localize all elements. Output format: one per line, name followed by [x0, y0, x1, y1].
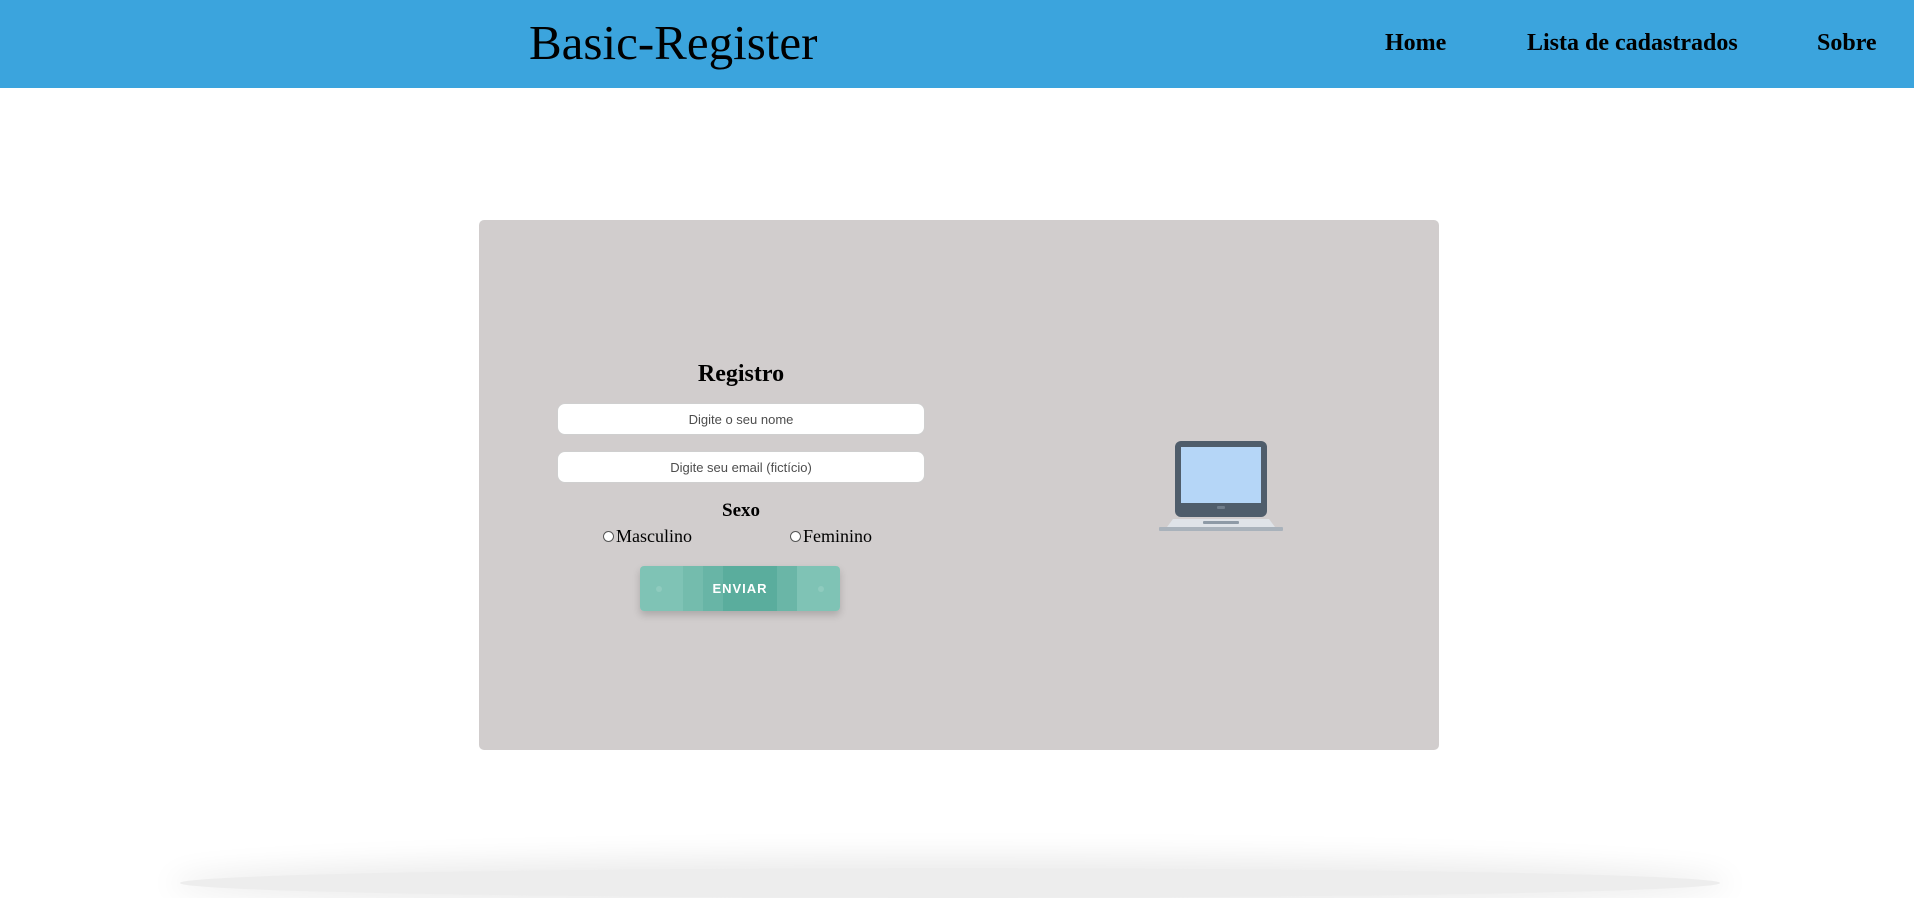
submit-button-label: ENVIAR: [712, 581, 768, 596]
laptop-icon: [1159, 441, 1283, 531]
name-input[interactable]: [557, 403, 925, 435]
footer-shadow: [180, 868, 1720, 898]
radio-option-male[interactable]: Masculino: [603, 525, 692, 547]
radio-option-female[interactable]: Feminino: [790, 525, 872, 547]
submit-button[interactable]: ENVIAR: [640, 566, 840, 611]
radio-female-label: Feminino: [803, 526, 873, 546]
form-title: Registro: [697, 361, 785, 387]
nav-link-home[interactable]: Home: [1385, 27, 1446, 59]
radio-male-label: Masculino: [616, 526, 692, 546]
top-navbar: Basic-Register Home Lista de cadastrados…: [0, 0, 1914, 88]
register-card: Registro Sexo Masculino Feminino ENVIAR: [479, 220, 1439, 750]
radio-male[interactable]: [603, 530, 614, 542]
radio-female[interactable]: [790, 530, 801, 542]
email-input[interactable]: [557, 451, 925, 483]
register-form: Registro Sexo Masculino Feminino ENVIAR: [557, 220, 925, 750]
nav-link-registered-list[interactable]: Lista de cadastrados: [1527, 27, 1738, 59]
nav-link-about[interactable]: Sobre: [1817, 27, 1877, 59]
sex-label: Sexo: [722, 500, 760, 521]
brand-title[interactable]: Basic-Register: [529, 13, 817, 73]
